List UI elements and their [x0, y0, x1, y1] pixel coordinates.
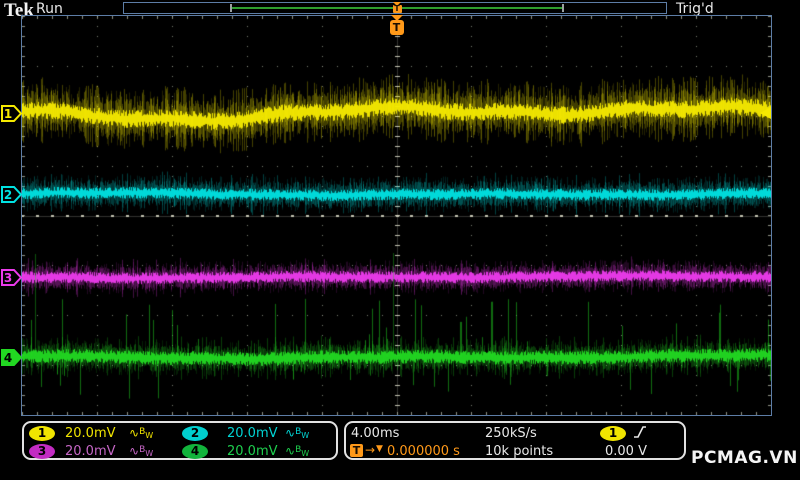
- trigger-position-readout[interactable]: T → ▼ 0.000000 s: [346, 443, 476, 459]
- channel-2-marker-label: 2: [4, 188, 12, 202]
- waveform-canvas: [22, 16, 771, 415]
- trigger-source-badge[interactable]: 1: [600, 426, 626, 441]
- triangle-down-icon: ▼: [376, 444, 383, 454]
- channel-2-badge[interactable]: 2: [182, 426, 208, 441]
- sample-rate: 250kS/s: [485, 426, 537, 441]
- time-per-div[interactable]: 4.00ms: [351, 426, 399, 441]
- record-view-bar[interactable]: T: [123, 2, 667, 14]
- channel-2-marker[interactable]: 2: [1, 186, 22, 203]
- oscilloscope-screen: Tek Run T Trig'd T 1 2 3 4 1 20.0mV ∿BW …: [0, 0, 800, 480]
- channel-4-coupling-bw-icon: ∿BW: [285, 444, 310, 458]
- channel-1-coupling-bw-icon: ∿BW: [129, 426, 154, 440]
- channel-1-marker[interactable]: 1: [1, 105, 22, 122]
- channel-3-marker[interactable]: 3: [1, 269, 22, 286]
- channel-3-badge[interactable]: 3: [29, 444, 55, 459]
- channel-1-scale[interactable]: 20.0mV: [65, 426, 116, 441]
- trigger-t-icon: T: [392, 4, 402, 13]
- trigger-t-icon: T: [389, 20, 404, 35]
- trigger-point-flag[interactable]: T: [389, 15, 404, 35]
- channel-1-marker-label: 1: [4, 107, 12, 121]
- channel-4-marker-label: 4: [4, 351, 12, 365]
- channel-4-badge[interactable]: 4: [182, 444, 208, 459]
- channel-3-coupling-bw-icon: ∿BW: [129, 444, 154, 458]
- channel-3-marker-label: 3: [4, 271, 12, 285]
- graticule: [21, 15, 772, 416]
- watermark: PCMAG.VN: [691, 448, 798, 468]
- window-bracket-right: [562, 4, 564, 12]
- channel-2-scale[interactable]: 20.0mV: [227, 426, 278, 441]
- channel-readouts-box: 1 20.0mV ∿BW 2 20.0mV ∿BW 3 20.0mV ∿BW 4…: [22, 421, 338, 460]
- channel-2-coupling-bw-icon: ∿BW: [285, 426, 310, 440]
- trigger-level-readout[interactable]: 0.00 V: [605, 444, 647, 459]
- trigger-t-icon: T: [350, 444, 363, 457]
- channel-1-badge[interactable]: 1: [29, 426, 55, 441]
- horizontal-trigger-box: 4.00ms 250kS/s 1 T → ▼ 0.000000 s 10k po…: [344, 421, 686, 460]
- arrow-right-icon: →: [365, 443, 376, 457]
- record-length: 10k points: [485, 444, 554, 459]
- channel-4-scale[interactable]: 20.0mV: [227, 444, 278, 459]
- rising-edge-icon: [634, 426, 646, 438]
- trigger-level-arrow[interactable]: [760, 107, 771, 119]
- trigger-position-marker[interactable]: T: [390, 2, 404, 15]
- window-bracket-left: [230, 4, 232, 12]
- channel-4-marker[interactable]: 4: [1, 349, 22, 366]
- channel-3-scale[interactable]: 20.0mV: [65, 444, 116, 459]
